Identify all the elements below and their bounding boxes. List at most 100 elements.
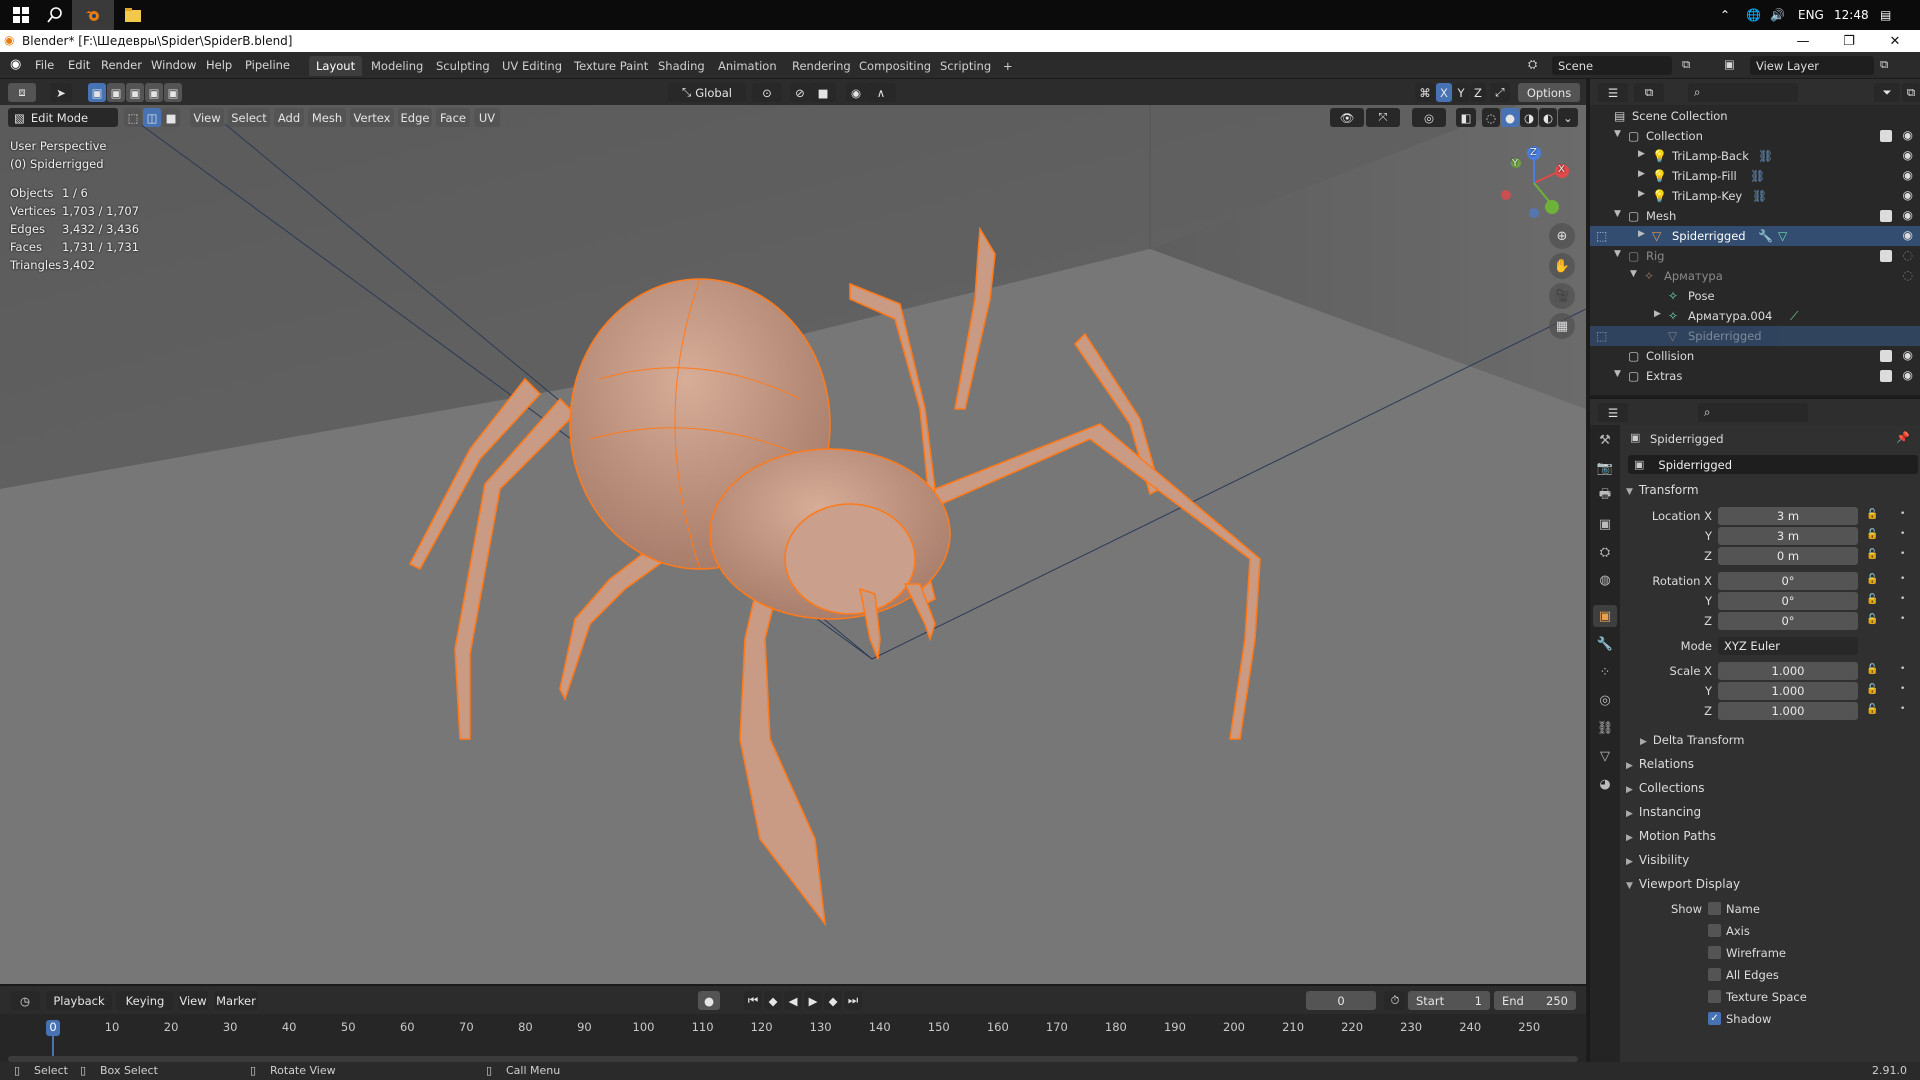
keyframe-dot-icon[interactable]: • — [1900, 574, 1905, 584]
collections-panel-header[interactable]: ▶ Collections — [1626, 781, 1705, 795]
tab-rendering[interactable]: Rendering — [785, 56, 858, 76]
proportional-falloff-icon[interactable]: ∧ — [866, 83, 896, 102]
clock[interactable]: 12:48 — [1834, 0, 1869, 30]
select-mode-invert-icon[interactable]: ▣ — [164, 83, 182, 102]
select-mode-new-icon[interactable]: ▣ — [88, 83, 106, 102]
playback-dropdown[interactable]: Playback — [46, 991, 112, 1010]
exclude-checkbox[interactable] — [1880, 250, 1892, 262]
instancing-panel-header[interactable]: ▶ Instancing — [1626, 805, 1701, 819]
data-tab-icon[interactable]: ▽ — [1593, 745, 1617, 767]
mirror-z-toggle[interactable]: Z — [1470, 83, 1486, 102]
volume-icon[interactable]: 🔊 — [1770, 0, 1785, 30]
jump-start-icon[interactable]: ⏮ — [744, 991, 762, 1010]
outliner-editor-type-icon[interactable]: ☰ — [1598, 83, 1628, 102]
expand-down-icon[interactable]: ▼ — [1614, 369, 1621, 379]
eye-icon[interactable]: ◉ — [1903, 188, 1913, 202]
tab-animation[interactable]: Animation — [711, 56, 784, 76]
visibility-panel-header[interactable]: ▶ Visibility — [1626, 853, 1689, 867]
properties-editor-type-icon[interactable]: ☰ — [1598, 403, 1628, 422]
mode-dropdown[interactable]: ▧ Edit Mode — [8, 108, 118, 127]
filter-icon[interactable]: ⏷ — [1874, 83, 1900, 102]
visibility-icon[interactable]: 👁 — [1330, 108, 1364, 127]
menu-render[interactable]: Render — [101, 58, 142, 72]
display-mode-icon[interactable]: ⧉ — [1634, 83, 1664, 102]
outliner-row[interactable]: ▢ Collision ◉ — [1590, 346, 1920, 366]
outliner-row[interactable]: ▶ 💡 TriLamp-Fill ⛓ ◉ — [1590, 166, 1920, 186]
minimize-icon[interactable]: — — [1780, 30, 1826, 52]
lock-icon[interactable]: 🔓 — [1866, 664, 1878, 675]
language-indicator[interactable]: ENG — [1798, 0, 1824, 30]
outliner-search-icon[interactable]: ⌕ — [1688, 83, 1798, 102]
outliner-row[interactable]: ⬚ ▽ Spiderrigged — [1590, 326, 1920, 346]
chevron-up-icon[interactable]: ⌃ — [1720, 0, 1730, 30]
menu-view[interactable]: View — [190, 108, 224, 127]
expand-right-icon[interactable]: ▶ — [1638, 169, 1645, 179]
start-frame-field[interactable]: Start 1 — [1408, 991, 1490, 1010]
select-mode-subtract-icon[interactable]: ▣ — [126, 83, 144, 102]
keyframe-dot-icon[interactable]: • — [1900, 664, 1905, 674]
shading-material-icon[interactable]: ◑ — [1520, 108, 1538, 127]
scene-selector[interactable]: Scene — [1552, 56, 1672, 75]
expand-down-icon[interactable]: ▼ — [1614, 249, 1621, 259]
edit-mode-icon[interactable]: ⬚ — [1596, 229, 1607, 243]
lock-icon[interactable]: 🔓 — [1866, 549, 1878, 560]
view-layer-tab-icon[interactable]: ▣ — [1593, 513, 1617, 535]
mirror-y-toggle[interactable]: Y — [1453, 83, 1469, 102]
motion-paths-panel-header[interactable]: ▶ Motion Paths — [1626, 829, 1716, 843]
scale-z-field[interactable]: 1.000 — [1718, 702, 1858, 720]
menu-edit[interactable]: Edit — [68, 58, 90, 72]
lock-icon[interactable]: 🔓 — [1866, 614, 1878, 625]
tab-texture-paint[interactable]: Texture Paint — [567, 56, 655, 76]
show-axis-checkbox[interactable] — [1708, 924, 1721, 937]
eye-icon[interactable]: ◉ — [1903, 228, 1913, 242]
menu-mesh[interactable]: Mesh — [308, 108, 346, 127]
blender-app-icon[interactable] — [72, 0, 114, 30]
camera-view-icon[interactable]: 🎥 — [1549, 283, 1575, 309]
lock-icon[interactable]: 🔓 — [1866, 684, 1878, 695]
world-tab-icon[interactable]: ◍ — [1593, 569, 1617, 591]
eye-icon[interactable]: ◉ — [1903, 128, 1913, 142]
outliner-row[interactable]: ▶ 💡 TriLamp-Key ⛓ ◉ — [1590, 186, 1920, 206]
3d-viewport[interactable]: ⧈ ➤ ▣ ▣ ▣ ▣ ▣ ⤡ Global ⊙ ⊘ ■ ◉ ∧ ⌘ X Y Z… — [0, 79, 1586, 984]
location-y-field[interactable]: 3 m — [1718, 527, 1858, 545]
menu-add[interactable]: Add — [274, 108, 304, 127]
output-tab-icon[interactable]: 🖶 — [1593, 485, 1617, 507]
exclude-checkbox[interactable] — [1880, 370, 1892, 382]
transform-panel-header[interactable]: ▼ Transform — [1626, 483, 1699, 497]
shading-rendered-icon[interactable]: ◐ — [1539, 108, 1557, 127]
add-workspace-button[interactable]: + — [996, 56, 1020, 76]
outliner-row[interactable]: ▼ ▢ Collection ◉ — [1590, 126, 1920, 146]
exclude-checkbox[interactable] — [1880, 130, 1892, 142]
physics-tab-icon[interactable]: ◎ — [1593, 689, 1617, 711]
expand-right-icon[interactable]: ▶ — [1654, 309, 1661, 319]
blender-menu-icon[interactable]: ◉ — [10, 57, 21, 72]
timeline-view-menu[interactable]: View — [178, 991, 208, 1010]
close-icon[interactable]: ✕ — [1872, 30, 1918, 52]
prev-keyframe-icon[interactable]: ◆ — [764, 991, 782, 1010]
scene-tab-icon[interactable]: ⛭ — [1593, 541, 1617, 563]
current-frame-field[interactable]: 0 — [1306, 991, 1376, 1010]
lock-icon[interactable]: 🔓 — [1866, 529, 1878, 540]
expand-right-icon[interactable]: ▶ — [1638, 149, 1645, 159]
outliner-row[interactable]: ▶ ✧ Арматура.004 ⟋ — [1590, 306, 1920, 326]
show-shadow-checkbox[interactable]: ✓ — [1708, 1012, 1721, 1025]
snap-target-icon[interactable]: ■ — [810, 83, 836, 102]
select-mode-intersect-icon[interactable]: ▣ — [145, 83, 163, 102]
keyframe-dot-icon[interactable]: • — [1900, 509, 1905, 519]
keyframe-dot-icon[interactable]: • — [1900, 614, 1905, 624]
lock-icon[interactable]: 🔓 — [1866, 704, 1878, 715]
outliner-row[interactable]: ▼ ▢ Mesh ◉ — [1590, 206, 1920, 226]
eye-icon[interactable]: ◉ — [1903, 148, 1913, 162]
expand-right-icon[interactable]: ▶ — [1638, 229, 1645, 239]
xray-icon[interactable]: ◧ — [1456, 108, 1476, 127]
show-all-edges-checkbox[interactable] — [1708, 968, 1721, 981]
eye-icon[interactable]: ◉ — [1903, 368, 1913, 382]
transform-orientation-dropdown[interactable]: ⤡ Global — [668, 83, 746, 102]
restore-icon[interactable]: ❐ — [1826, 30, 1872, 52]
show-texture-space-checkbox[interactable] — [1708, 990, 1721, 1003]
select-mode-extend-icon[interactable]: ▣ — [107, 83, 125, 102]
tab-scripting[interactable]: Scripting — [933, 56, 998, 76]
network-icon[interactable]: 🌐 — [1746, 0, 1761, 30]
keyframe-dot-icon[interactable]: • — [1900, 704, 1905, 714]
tab-layout[interactable]: Layout — [309, 56, 363, 76]
